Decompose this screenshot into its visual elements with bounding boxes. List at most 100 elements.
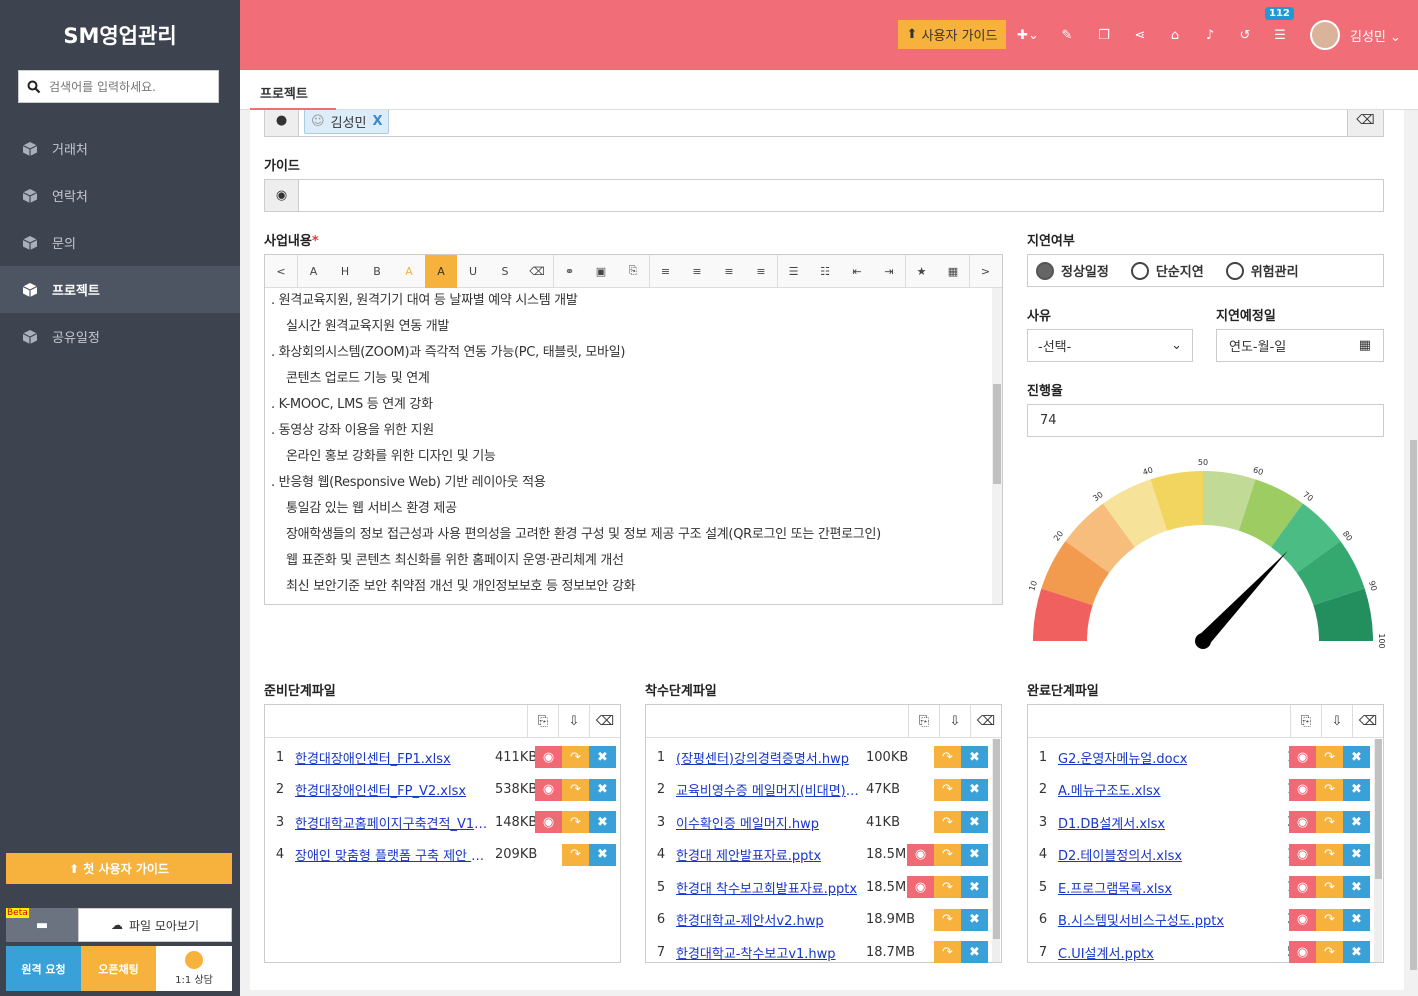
font-color-icon[interactable]: A xyxy=(297,254,329,288)
radio-circle[interactable] xyxy=(1036,261,1054,280)
align-right-icon[interactable]: ≡ xyxy=(713,255,745,288)
share-button[interactable]: ↷ xyxy=(1316,908,1343,931)
delete-button[interactable]: ✖ xyxy=(961,908,988,931)
file-link[interactable]: B.시스템및서비스구성도.pptx xyxy=(1058,910,1224,929)
preview-button[interactable]: ◉ xyxy=(1289,746,1316,768)
edit-icon[interactable]: ✎ xyxy=(1057,25,1077,45)
avatar[interactable] xyxy=(1310,20,1340,50)
search-input[interactable] xyxy=(49,79,209,94)
user-menu[interactable]: 김성민 ⌄ xyxy=(1350,26,1401,45)
share-button[interactable]: ↷ xyxy=(562,778,589,801)
share-button[interactable]: ↷ xyxy=(934,908,961,931)
delete-button[interactable]: ✖ xyxy=(589,746,616,768)
preview-button[interactable]: ◉ xyxy=(1289,908,1316,931)
share-button[interactable]: ↷ xyxy=(1316,778,1343,801)
share-button[interactable]: ↷ xyxy=(562,746,589,768)
share-button[interactable]: ↷ xyxy=(934,811,961,833)
bullet-list-icon[interactable]: ☰ xyxy=(777,254,809,288)
eraser-icon[interactable]: ⌫ xyxy=(1347,110,1383,136)
sidebar-item-contacts[interactable]: 연락처 xyxy=(0,172,240,219)
delay-date-input[interactable]: 연도-월-일 ▦ xyxy=(1216,329,1384,362)
delete-button[interactable]: ✖ xyxy=(1343,843,1370,866)
editor-scrollbar-thumb[interactable] xyxy=(993,384,1001,484)
download-icon[interactable]: ⇩ xyxy=(1321,705,1352,738)
share-button[interactable]: ↷ xyxy=(934,746,961,768)
delete-button[interactable]: ✖ xyxy=(961,876,988,898)
indent-icon[interactable]: ⇥ xyxy=(873,255,905,288)
delete-button[interactable]: ✖ xyxy=(1343,876,1370,898)
share-button[interactable]: ↷ xyxy=(562,811,589,833)
sidebar-item-project[interactable]: 프로젝트 xyxy=(0,266,240,313)
eraser-icon[interactable]: ⌫ xyxy=(970,705,1001,738)
link-icon[interactable]: ⚭ xyxy=(553,254,585,288)
history-icon[interactable]: ↺ xyxy=(1235,25,1255,45)
preview-button[interactable]: ◉ xyxy=(1289,843,1316,866)
align-left-icon[interactable]: ≡ xyxy=(649,254,681,288)
radio-normal[interactable]: 정상일정 xyxy=(1036,261,1109,280)
file-link[interactable]: 한경대장애인센터_FP1.xlsx xyxy=(295,748,451,767)
tab-project[interactable]: 프로젝트 xyxy=(250,78,336,110)
consult-button[interactable]: 1:1 상담 xyxy=(156,946,232,991)
file-collect-button[interactable]: ☁ 파일 모아보기 xyxy=(78,908,232,942)
preview-button[interactable]: ◉ xyxy=(535,778,562,801)
highlight-icon[interactable]: A xyxy=(425,254,457,288)
guide-field[interactable]: ◉ xyxy=(264,179,1384,212)
heading-icon[interactable]: H xyxy=(329,255,361,288)
delete-button[interactable]: ✖ xyxy=(1343,941,1370,963)
share-button[interactable]: ↷ xyxy=(1316,941,1343,963)
attach-icon[interactable]: ⎘ xyxy=(1290,705,1321,738)
align-center-icon[interactable]: ≡ xyxy=(681,255,713,288)
user-guide-button[interactable]: ⬆ 사용자 가이드 xyxy=(898,20,1006,49)
file-link[interactable]: 한경대 제안발표자료.pptx xyxy=(676,845,821,864)
justify-icon[interactable]: ≡ xyxy=(745,255,777,288)
file-link[interactable]: 한경대학교-착수보고v1.hwp xyxy=(676,943,836,962)
attach-icon[interactable]: ⎘ xyxy=(617,255,649,288)
bold-icon[interactable]: B xyxy=(361,255,393,288)
eraser-icon[interactable]: ⌫ xyxy=(521,255,553,288)
radio-risk[interactable]: 위험관리 xyxy=(1225,261,1299,280)
preview-button[interactable]: ◉ xyxy=(535,746,562,768)
panel-scrollbar-thumb[interactable] xyxy=(993,739,1000,939)
share-button[interactable]: ↷ xyxy=(1316,843,1343,866)
delete-button[interactable]: ✖ xyxy=(961,843,988,866)
sidebar-search[interactable] xyxy=(18,70,219,103)
share-button[interactable]: ↷ xyxy=(934,843,961,866)
preview-button[interactable]: ◉ xyxy=(1289,876,1316,898)
download-icon[interactable]: ⇩ xyxy=(939,705,970,738)
file-link[interactable]: 한경대장애인센터_FP_V2.xlsx xyxy=(295,780,466,799)
delete-button[interactable]: ✖ xyxy=(961,778,988,801)
plus-dropdown-icon[interactable]: ✚⌄ xyxy=(1013,25,1043,45)
preview-button[interactable]: ◉ xyxy=(907,843,934,866)
delete-button[interactable]: ✖ xyxy=(589,811,616,833)
file-link[interactable]: C.UI설계서.pptx xyxy=(1058,943,1154,962)
share-button[interactable]: ↷ xyxy=(1316,811,1343,833)
attach-icon[interactable]: ⎘ xyxy=(908,705,939,738)
editor-scrollbar[interactable] xyxy=(992,288,1002,604)
table-icon[interactable]: ▦ xyxy=(937,255,969,288)
radio-simple-delay[interactable]: 단순지연 xyxy=(1130,261,1204,280)
assignee-field[interactable]: ● ☺ 김성민 X ⌫ xyxy=(264,110,1384,137)
delete-button[interactable]: ✖ xyxy=(589,843,616,866)
strikethrough-icon[interactable]: S xyxy=(489,255,521,288)
share-button[interactable]: ↷ xyxy=(1316,876,1343,898)
share-button[interactable]: ↷ xyxy=(934,876,961,898)
eraser-icon[interactable]: ⌫ xyxy=(1352,705,1383,738)
delete-button[interactable]: ✖ xyxy=(961,941,988,963)
reason-select[interactable]: -선택- ⌄ xyxy=(1027,329,1193,362)
file-link[interactable]: (장평센터)강의경력증명서.hwp xyxy=(676,748,849,767)
file-link[interactable]: D1.DB설계서.xlsx xyxy=(1058,813,1165,832)
file-link[interactable]: 교육비영수증 메일머지(비대면).hwp xyxy=(676,780,862,799)
delete-button[interactable]: ✖ xyxy=(1343,746,1370,768)
text-color-icon[interactable]: A xyxy=(393,255,425,288)
sidebar-item-shared-schedule[interactable]: 공유일정 xyxy=(0,313,240,360)
file-link[interactable]: A.메뉴구조도.xlsx xyxy=(1058,780,1161,799)
file-link[interactable]: 장애인 맞춤형 플랫폼 구축 제안 요청서.hwp xyxy=(295,845,491,864)
radio-circle[interactable] xyxy=(1130,261,1149,280)
delete-button[interactable]: ✖ xyxy=(961,811,988,833)
eraser-icon[interactable]: ⌫ xyxy=(589,705,620,738)
inbox-icon[interactable]: ⌂ xyxy=(1165,25,1185,45)
preview-button[interactable]: ◉ xyxy=(1289,778,1316,801)
file-link[interactable]: 한경대 착수보고회발표자료.pptx xyxy=(676,878,857,897)
preview-button[interactable]: ◉ xyxy=(1289,811,1316,833)
file-link[interactable]: 한경대학교-제안서v2.hwp xyxy=(676,910,824,929)
